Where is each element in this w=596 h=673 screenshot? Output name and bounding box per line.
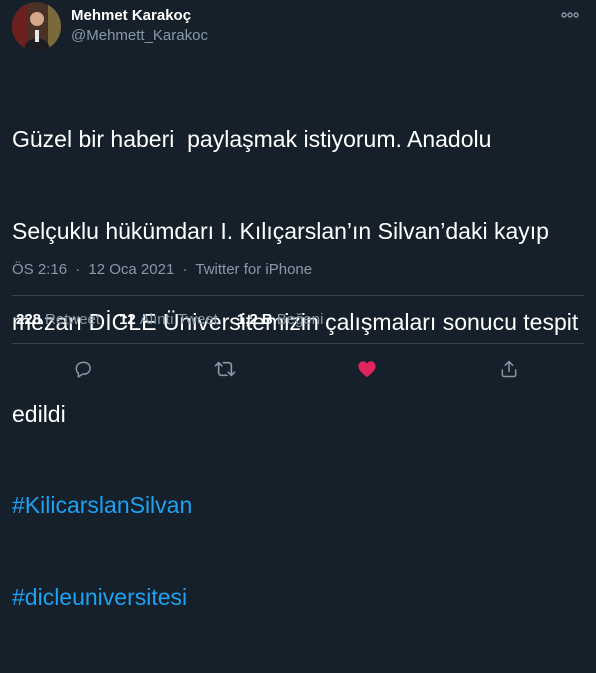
like-count[interactable]: 1,2 B Beğeni (237, 311, 324, 328)
meta-separator: · (182, 261, 188, 278)
reply-icon[interactable] (70, 356, 96, 382)
quote-count-value: 12 (119, 311, 136, 328)
quote-count-label: Alıntı Tweet (139, 311, 218, 328)
tweet-source[interactable]: Twitter for iPhone (195, 261, 312, 278)
quote-count[interactable]: 12 Alıntı Tweet (119, 311, 218, 328)
divider (12, 343, 584, 344)
avatar[interactable] (12, 2, 61, 51)
retweet-count-label: Retweet (45, 311, 101, 328)
tweet-text-line: Selçuklu hükümdarı I. Kılıçarslan’ın Sil… (12, 217, 549, 244)
tweet-stats: 228 Retweet 12 Alıntı Tweet 1,2 B Beğeni (16, 311, 323, 328)
tweet-text-line: Güzel bir haberi paylaşmak istiyorum. An… (12, 126, 492, 152)
tweet-text-line: edildi (12, 400, 66, 427)
tweet-actions (0, 356, 596, 382)
tweet-card: Mehmet Karakoç @Mehmett_Karakoc Güzel bi… (0, 0, 596, 610)
tweet-date[interactable]: 12 Oca 2021 (88, 261, 174, 278)
meta-separator: · (75, 261, 81, 278)
hashtag-link[interactable]: #dicleuniversitesi (12, 582, 584, 613)
like-count-value: 1,2 B (236, 311, 273, 328)
share-icon[interactable] (496, 356, 522, 382)
hashtag-link[interactable]: #KilicarslanSilvan (12, 490, 584, 521)
retweet-count-value: 228 (16, 311, 42, 328)
author-handle[interactable]: @Mehmett_Karakoc (71, 27, 208, 44)
divider (12, 295, 584, 296)
heart-filled-icon[interactable] (354, 356, 380, 382)
retweet-count[interactable]: 228 Retweet (16, 311, 100, 328)
author-name[interactable]: Mehmet Karakoç (71, 7, 191, 24)
tweet-meta: ÖS 2:16 · 12 Oca 2021 · Twitter for iPho… (12, 261, 312, 278)
more-horizontal-icon[interactable] (560, 6, 580, 24)
tweet-time[interactable]: ÖS 2:16 (12, 261, 67, 278)
retweet-icon[interactable] (212, 356, 238, 382)
like-count-label: Beğeni (276, 311, 324, 328)
